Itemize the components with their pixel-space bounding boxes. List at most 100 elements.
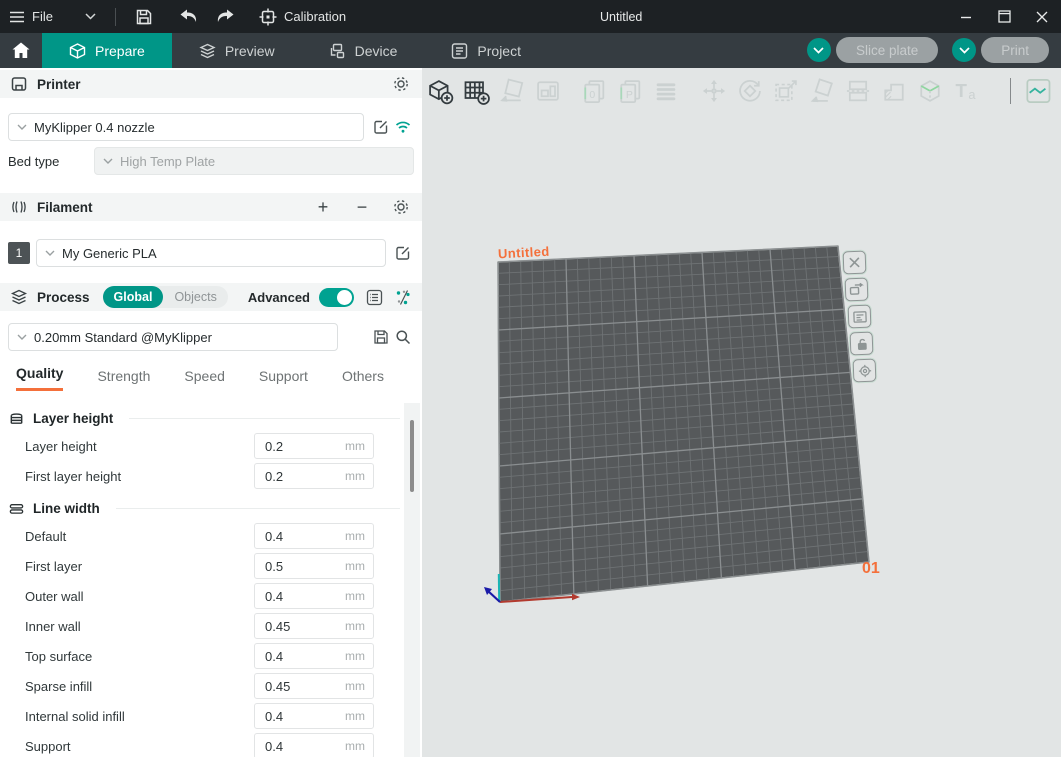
compare-params-button[interactable] (394, 286, 412, 308)
search-icon (395, 329, 411, 345)
scrollbar-track[interactable] (404, 403, 420, 757)
process-tab-support[interactable]: Support (259, 368, 308, 391)
setting-unit: mm (345, 649, 365, 663)
setting-value: 0.4 (265, 529, 345, 544)
build-plate[interactable] (422, 68, 1061, 757)
printer-icon (10, 75, 28, 93)
save-preset-button[interactable] (370, 326, 392, 348)
home-button[interactable] (0, 33, 42, 68)
scope-objects-option[interactable]: Objects (163, 286, 227, 308)
maximize-button[interactable] (985, 0, 1023, 33)
printer-connection-button[interactable] (392, 116, 414, 138)
setting-input[interactable]: 0.45mm (254, 613, 374, 639)
file-menu-button[interactable]: File (0, 0, 62, 33)
plate-swap-button[interactable] (845, 278, 869, 302)
save-button[interactable] (126, 0, 162, 33)
printer-settings-button[interactable] (390, 73, 412, 95)
tab-prepare[interactable]: Prepare (42, 33, 172, 68)
params-dots-icon (395, 289, 411, 306)
sidebar-panel: Printer MyKlipper 0.4 nozzle (0, 68, 422, 757)
main-tabbar: Prepare Preview Device Project (0, 33, 1061, 68)
setting-input[interactable]: 0.5mm (254, 553, 374, 579)
group-header[interactable]: Line width (0, 495, 422, 521)
filament-preset-select[interactable]: My Generic PLA (36, 239, 386, 267)
setting-value: 0.4 (265, 709, 345, 724)
process-tab-speed[interactable]: Speed (184, 368, 224, 391)
setting-value: 0.45 (265, 679, 345, 694)
scrollbar-thumb[interactable] (410, 420, 414, 492)
setting-input[interactable]: 0.4mm (254, 643, 374, 669)
setting-input[interactable]: 0.4mm (254, 733, 374, 757)
advanced-label: Advanced (248, 290, 310, 305)
setting-unit: mm (345, 739, 365, 753)
setting-label: Sparse infill (25, 679, 254, 694)
setting-input[interactable]: 0.4mm (254, 703, 374, 729)
setting-input[interactable]: 0.4mm (254, 523, 374, 549)
printer-section-title: Printer (37, 77, 81, 92)
plate-index-label: 01 (862, 560, 880, 578)
plate-arrange-button[interactable] (848, 305, 872, 329)
filament-settings-button[interactable] (390, 196, 412, 218)
setting-row: Support0.4mm (0, 731, 422, 757)
edit-filament-button[interactable] (392, 242, 414, 264)
group-rule (116, 508, 400, 509)
redo-button[interactable] (207, 0, 244, 33)
process-tab-quality[interactable]: Quality (16, 365, 63, 391)
close-button[interactable] (1023, 0, 1061, 33)
viewport-3d[interactable]: 0 P (422, 68, 1061, 757)
add-filament-button[interactable]: + (312, 196, 334, 218)
process-preset-select[interactable]: 0.20mm Standard @MyKlipper (8, 323, 338, 351)
plate-settings-button[interactable] (853, 359, 877, 383)
calibration-icon (259, 8, 277, 26)
process-tab-others[interactable]: Others (342, 368, 384, 391)
settings-list-button[interactable] (363, 286, 385, 308)
chevron-down-icon (45, 250, 55, 256)
gear-icon (392, 75, 410, 93)
process-tabs: Quality Strength Speed Support Others (0, 361, 400, 391)
tab-device[interactable]: Device (302, 33, 425, 68)
home-icon (12, 42, 30, 59)
edit-printer-button[interactable] (370, 116, 392, 138)
slice-plate-button[interactable]: Slice plate (836, 37, 938, 63)
scope-global-option[interactable]: Global (103, 286, 164, 308)
print-options-button[interactable] (952, 38, 976, 62)
remove-filament-button[interactable]: − (351, 196, 373, 218)
search-settings-button[interactable] (392, 326, 414, 348)
plate-name-label: Untitled (498, 244, 550, 262)
window-controls (947, 0, 1061, 33)
undo-button[interactable] (170, 0, 207, 33)
setting-input[interactable]: 0.2mm (254, 433, 374, 459)
slice-options-button[interactable] (807, 38, 831, 62)
group-header[interactable]: Layer height (0, 405, 422, 431)
plate-lock-button[interactable] (850, 332, 874, 356)
filament-slot-badge[interactable]: 1 (8, 242, 30, 264)
setting-input[interactable]: 0.4mm (254, 583, 374, 609)
tab-project[interactable]: Project (424, 33, 548, 68)
process-tab-strength[interactable]: Strength (97, 368, 150, 391)
bed-type-label: Bed type (8, 154, 94, 169)
filament-preset-value: My Generic PLA (62, 246, 157, 261)
setting-unit: mm (345, 529, 365, 543)
calibration-button[interactable]: Calibration (250, 0, 355, 33)
setting-input[interactable]: 0.45mm (254, 673, 374, 699)
setting-row: First layer0.5mm (0, 551, 422, 581)
nav-actions: Slice plate Print (807, 37, 1049, 63)
group-title: Line width (33, 501, 100, 516)
advanced-toggle[interactable] (319, 288, 354, 307)
print-button[interactable]: Print (981, 37, 1049, 63)
bed-type-select[interactable]: High Temp Plate (94, 147, 414, 175)
filament-section-title: Filament (37, 200, 93, 215)
process-preset-row: 0.20mm Standard @MyKlipper (0, 323, 422, 351)
file-menu-dropdown-button[interactable] (76, 0, 105, 33)
setting-unit: mm (345, 469, 365, 483)
wifi-icon (394, 120, 412, 134)
setting-input[interactable]: 0.2mm (254, 463, 374, 489)
file-menu-label: File (32, 9, 53, 24)
printer-preset-select[interactable]: MyKlipper 0.4 nozzle (8, 113, 364, 141)
tab-preview[interactable]: Preview (172, 33, 302, 68)
setting-unit: mm (345, 559, 365, 573)
toggle-knob (337, 290, 352, 305)
process-scope-toggle: Global Objects (103, 286, 228, 308)
minimize-button[interactable] (947, 0, 985, 33)
plate-delete-button[interactable] (843, 251, 867, 275)
